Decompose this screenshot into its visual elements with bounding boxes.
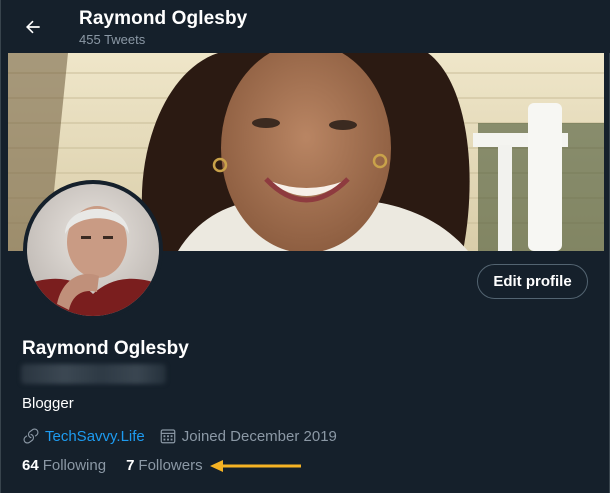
profile-website-link[interactable]: TechSavvy.Life — [45, 428, 145, 445]
profile-page: Raymond Oglesby 455 Tweets Edit profile … — [0, 0, 610, 493]
arrow-left-icon — [26, 20, 40, 34]
followers-count: 7 — [126, 457, 135, 474]
edit-profile-button[interactable]: Edit profile — [477, 264, 588, 299]
avatar-image — [27, 184, 159, 316]
tweet-count: 455 Tweets — [79, 32, 146, 47]
following-link[interactable]: 64 Following — [22, 457, 106, 474]
followers-link[interactable]: 7 Followers — [126, 457, 203, 474]
following-label: Following — [42, 457, 107, 474]
profile-meta: TechSavvy.Life Joined December 2019 — [22, 426, 337, 446]
profile-avatar[interactable] — [23, 180, 163, 320]
profile-bio: Blogger — [22, 395, 74, 412]
header-title: Raymond Oglesby — [79, 8, 248, 29]
profile-header: Raymond Oglesby 455 Tweets — [1, 0, 610, 53]
followers-label: Followers — [138, 457, 203, 474]
profile-name: Raymond Oglesby — [22, 338, 189, 359]
link-icon — [22, 427, 40, 445]
profile-handle-redacted — [21, 364, 166, 384]
joined-date: Joined December 2019 — [181, 427, 337, 445]
annotation-arrow-icon — [210, 460, 301, 472]
back-button[interactable] — [15, 9, 51, 45]
calendar-icon — [159, 427, 177, 445]
follow-stats: 64 Following 7 Followers — [22, 457, 223, 474]
following-count: 64 — [22, 457, 39, 474]
